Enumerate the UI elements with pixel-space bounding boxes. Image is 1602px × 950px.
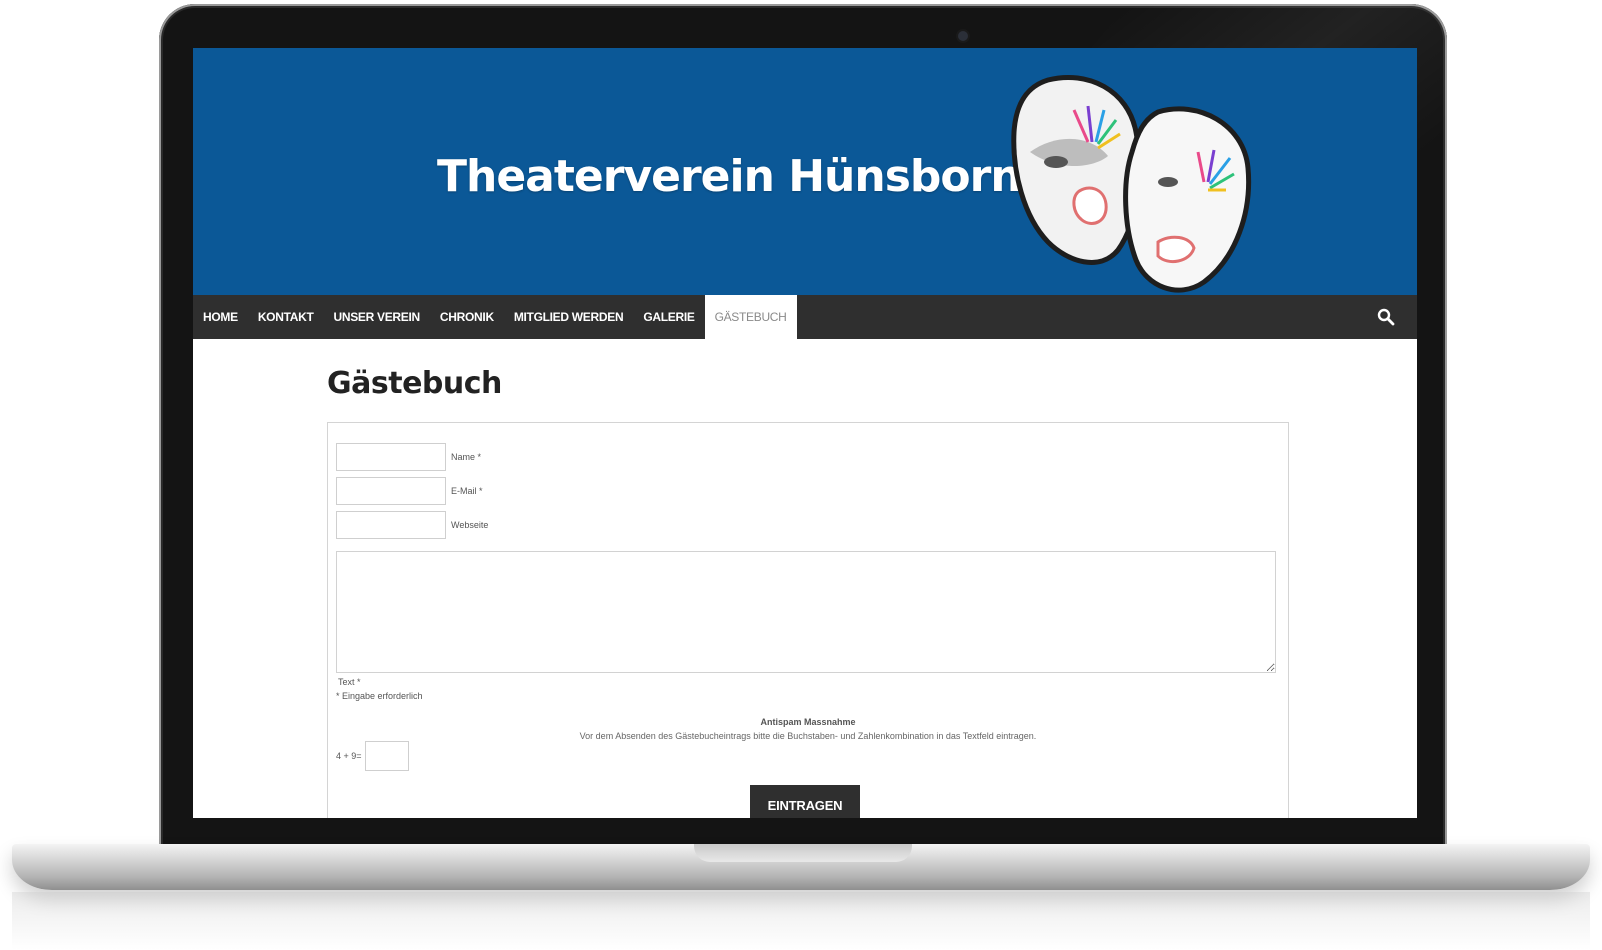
website-field[interactable] [336, 511, 446, 539]
nav-item-mitglied-werden[interactable]: MITGLIED WERDEN [504, 295, 634, 339]
site-title[interactable]: Theaterverein Hünsborn [437, 151, 1022, 202]
page-title: Gästebuch [327, 366, 502, 401]
email-field[interactable] [336, 477, 446, 505]
nav-item-kontakt[interactable]: KONTAKT [248, 295, 324, 339]
webcam-icon [958, 31, 968, 41]
theater-masks-icon [1011, 74, 1252, 293]
nav-item-gaestebuch[interactable]: GÄSTEBUCH [704, 295, 797, 339]
captcha-input[interactable] [364, 741, 409, 771]
captcha-row: 4 + 9= [336, 741, 409, 771]
nav-item-home[interactable]: HOME [193, 295, 248, 339]
site-header: Theaterverein Hünsborn [193, 48, 1417, 295]
laptop-reflection [12, 892, 1590, 950]
laptop-notch [694, 844, 912, 862]
required-note: * Eingabe erforderlich [336, 691, 423, 701]
website-row: Webseite [336, 511, 488, 539]
name-row: Name * [336, 443, 481, 471]
antispam-title: Antispam Massnahme [760, 717, 856, 727]
text-label: Text * [338, 677, 361, 687]
main-navigation: HOME KONTAKT UNSER VEREIN CHRONIK MITGLI… [193, 295, 1417, 339]
name-label: Name * [451, 452, 482, 462]
search-icon[interactable] [1377, 308, 1395, 326]
name-field[interactable] [336, 443, 446, 471]
antispam-text: Vor dem Absenden des Gästebucheintrags b… [579, 731, 1037, 741]
submit-button[interactable]: EINTRAGEN [750, 785, 860, 818]
website-label: Webseite [451, 520, 489, 530]
nav-item-chronik[interactable]: CHRONIK [430, 295, 504, 339]
captcha-question: 4 + 9= [336, 751, 362, 761]
email-label: E-Mail * [451, 486, 483, 496]
email-row: E-Mail * [336, 477, 483, 505]
nav-item-galerie[interactable]: GALERIE [633, 295, 704, 339]
nav-item-unser-verein[interactable]: UNSER VEREIN [323, 295, 429, 339]
browser-viewport: Theaterverein Hünsborn HOME KONTAKT UNSE… [193, 48, 1417, 818]
message-textarea[interactable] [336, 551, 1276, 673]
guestbook-form: Name * E-Mail * Webseite Text * * Eingab… [327, 422, 1289, 818]
